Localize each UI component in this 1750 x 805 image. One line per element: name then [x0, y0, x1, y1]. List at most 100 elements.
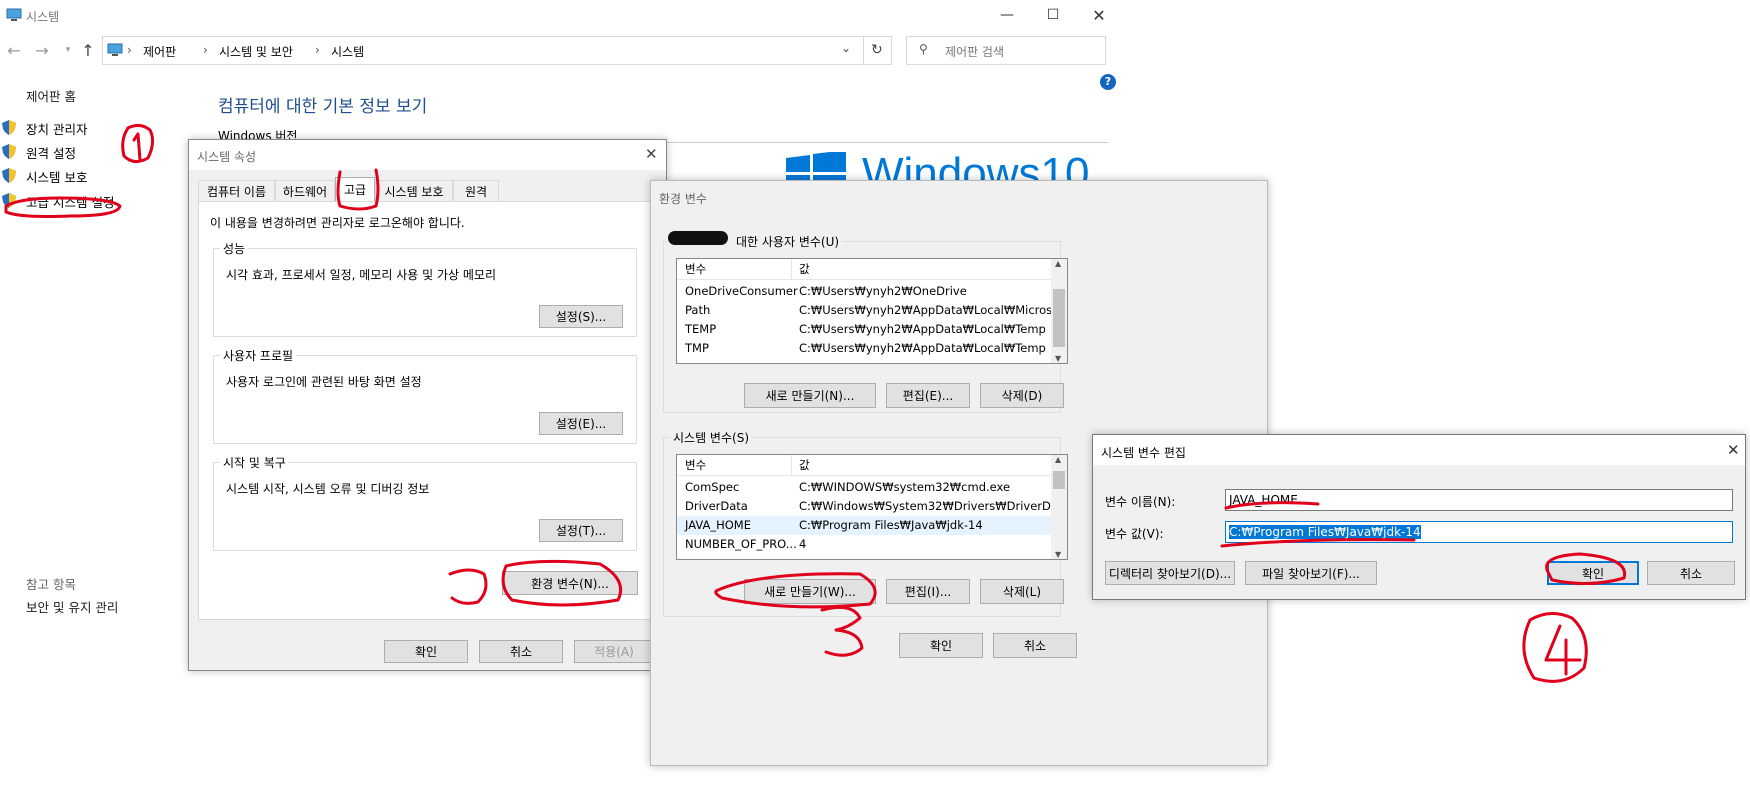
var-value: C:₩Program Files₩Java₩jdk-14 [799, 518, 983, 532]
browse-directory-button[interactable]: 디렉터리 찾아보기(D)... [1105, 561, 1235, 585]
performance-settings-button[interactable]: 설정(S)... [539, 305, 623, 328]
system-variables-list[interactable]: 변수 값 ComSpec C:₩WINDOWS₩system32₩cmd.exe … [676, 454, 1068, 560]
tab-system-protection[interactable]: 시스템 보호 [375, 180, 453, 201]
up-icon[interactable]: ↑ [78, 38, 98, 62]
table-row[interactable]: TMP C:₩Users₩ynyh2₩AppData₩Local₩Temp [677, 339, 1067, 358]
cancel-button[interactable]: 취소 [479, 640, 563, 663]
startup-settings-button[interactable]: 설정(T)... [539, 519, 623, 542]
close-button[interactable]: ✕ [1076, 0, 1122, 30]
dialog-title: 시스템 변수 편집 [1101, 446, 1186, 460]
sidebar-item-label: 시스템 보호 [26, 170, 88, 185]
table-row-selected[interactable]: JAVA_HOME C:₩Program Files₩Java₩jdk-14 [677, 516, 1067, 535]
dialog-titlebar: 환경 변수 [651, 181, 1267, 211]
forward-icon[interactable]: → [32, 38, 52, 62]
dialog-titlebar: 시스템 속성 ✕ [189, 140, 666, 170]
close-icon[interactable]: ✕ [645, 145, 658, 163]
back-icon[interactable]: ← [4, 38, 24, 62]
scroll-down-icon[interactable]: ▼ [1055, 550, 1061, 559]
tab-hardware[interactable]: 하드웨어 [275, 180, 335, 201]
tab-remote[interactable]: 원격 [453, 180, 499, 201]
user-delete-button[interactable]: 삭제(D) [980, 383, 1064, 408]
help-icon[interactable]: ? [1100, 74, 1116, 90]
var-value: C:₩Users₩ynyh2₩AppData₩Local₩Temp [799, 322, 1046, 336]
env-cancel-button[interactable]: 취소 [993, 633, 1077, 658]
page-title: 컴퓨터에 대한 기본 정보 보기 [218, 97, 428, 117]
browse-file-button[interactable]: 파일 찾아보기(F)... [1245, 561, 1377, 585]
variable-value-label: 변수 값(V): [1105, 527, 1164, 541]
edit-cancel-button[interactable]: 취소 [1647, 561, 1735, 585]
table-row[interactable]: OneDriveConsumer C:₩Users₩ynyh2₩OneDrive [677, 282, 1067, 301]
sidebar-home[interactable]: 제어판 홈 [26, 86, 76, 105]
shield-icon [2, 168, 16, 183]
see-also-security-link[interactable]: 보안 및 유지 관리 [26, 597, 118, 616]
minimize-button[interactable]: — [984, 0, 1030, 30]
var-name: Path [685, 303, 711, 317]
close-icon[interactable]: ✕ [1727, 441, 1740, 459]
breadcrumb-item[interactable]: 시스템 및 보안 [219, 43, 293, 60]
list-header: 변수 값 [677, 259, 1067, 280]
address-bar[interactable]: › 제어판 › 시스템 및 보안 › 시스템 ⌄ ↻ [102, 36, 892, 65]
var-value: 4 [799, 537, 807, 551]
table-row[interactable]: Path C:₩Users₩ynyh2₩AppData₩Local₩Micros.… [677, 301, 1067, 320]
tab-strip: 컴퓨터 이름 하드웨어 고급 시스템 보호 원격 [198, 177, 658, 202]
see-also-title: 참고 항목 [26, 577, 76, 592]
table-row[interactable]: NUMBER_OF_PRO... 4 [677, 535, 1067, 554]
scroll-up-icon[interactable]: ▲ [1055, 455, 1061, 464]
system-variables-group: 시스템 변수(S) 변수 값 ComSpec C:₩WINDOWS₩system3… [663, 429, 1068, 617]
var-value: C:₩Users₩ynyh2₩AppData₩Local₩Temp [799, 341, 1046, 355]
annotation-step4-circle [1522, 612, 1588, 683]
list-header: 변수 값 [677, 455, 1067, 476]
scroll-down-icon[interactable]: ▼ [1055, 354, 1061, 363]
environment-variables-button[interactable]: 환경 변수(N)... [502, 571, 638, 595]
maximize-button[interactable]: ☐ [1030, 0, 1076, 30]
group-title: 시스템 변수(S) [670, 429, 752, 446]
control-panel-icon [107, 43, 123, 56]
sidebar-item-label: 원격 설정 [26, 146, 76, 161]
var-name: JAVA_HOME [685, 518, 751, 532]
dialog-titlebar: 시스템 변수 편집 ✕ [1093, 435, 1745, 465]
table-row[interactable]: DriverData C:₩Windows₩System32₩Drivers₩Dr… [677, 497, 1067, 516]
scrollbar[interactable]: ▲ ▼ [1051, 455, 1067, 559]
column-header[interactable]: 변수 [685, 259, 706, 279]
refresh-icon[interactable]: ↻ [871, 42, 883, 58]
dialog-title: 시스템 속성 [197, 150, 257, 164]
table-row[interactable]: ComSpec C:₩WINDOWS₩system32₩cmd.exe [677, 478, 1067, 497]
var-name: ComSpec [685, 480, 740, 494]
chevron-down-icon[interactable]: ⌄ [841, 41, 851, 55]
variable-name-field[interactable]: JAVA_HOME [1225, 489, 1733, 511]
user-edit-button[interactable]: 편집(E)... [886, 383, 970, 408]
table-row[interactable]: TEMP C:₩Users₩ynyh2₩AppData₩Local₩Temp [677, 320, 1067, 339]
system-delete-button[interactable]: 삭제(L) [980, 579, 1064, 604]
windows-flag-icon [786, 152, 846, 180]
env-ok-button[interactable]: 확인 [899, 633, 983, 658]
system-edit-button[interactable]: 편집(I)... [886, 579, 970, 604]
computer-icon [6, 8, 22, 21]
edit-system-variable-dialog: 시스템 변수 편집 ✕ 변수 이름(N): JAVA_HOME 변수 값(V):… [1092, 434, 1746, 600]
tab-advanced[interactable]: 고급 [335, 177, 375, 201]
scrollbar[interactable]: ▲ ▼ [1051, 259, 1067, 363]
ok-button[interactable]: 확인 [384, 640, 468, 663]
column-header[interactable]: 값 [799, 455, 810, 475]
user-new-button[interactable]: 새로 만들기(N)... [744, 383, 876, 408]
column-header[interactable]: 값 [799, 259, 810, 279]
column-header[interactable]: 변수 [685, 455, 706, 475]
search-input[interactable]: ⚲ 제어판 검색 [906, 36, 1106, 65]
title-bar: 시스템 — ☐ ✕ [0, 0, 1120, 30]
breadcrumb-item[interactable]: 제어판 [143, 43, 176, 60]
system-new-button[interactable]: 새로 만들기(W)... [744, 579, 876, 604]
variable-value-field[interactable]: C:₩Program Files₩Java₩jdk-14 [1225, 521, 1733, 543]
admin-note: 이 내용을 변경하려면 관리자로 로그온해야 합니다. [210, 216, 465, 230]
scroll-up-icon[interactable]: ▲ [1055, 259, 1061, 268]
apply-button[interactable]: 적용(A) [574, 640, 654, 663]
annotation-step4-digit [1544, 624, 1582, 676]
edit-ok-button[interactable]: 확인 [1547, 561, 1639, 585]
group-startup-recovery: 시작 및 복구 시스템 시작, 시스템 오류 및 디버깅 정보 설정(T)... [213, 454, 637, 551]
shield-icon [2, 193, 16, 208]
shield-icon [2, 120, 16, 135]
variable-name-label: 변수 이름(N): [1105, 495, 1176, 509]
recent-chevron-icon[interactable]: ▾ [58, 38, 78, 62]
tab-computer-name[interactable]: 컴퓨터 이름 [198, 180, 275, 201]
user-variables-list[interactable]: 변수 값 OneDriveConsumer C:₩Users₩ynyh2₩OneD… [676, 258, 1068, 364]
breadcrumb-item[interactable]: 시스템 [331, 43, 364, 60]
profile-settings-button[interactable]: 설정(E)... [539, 412, 623, 435]
